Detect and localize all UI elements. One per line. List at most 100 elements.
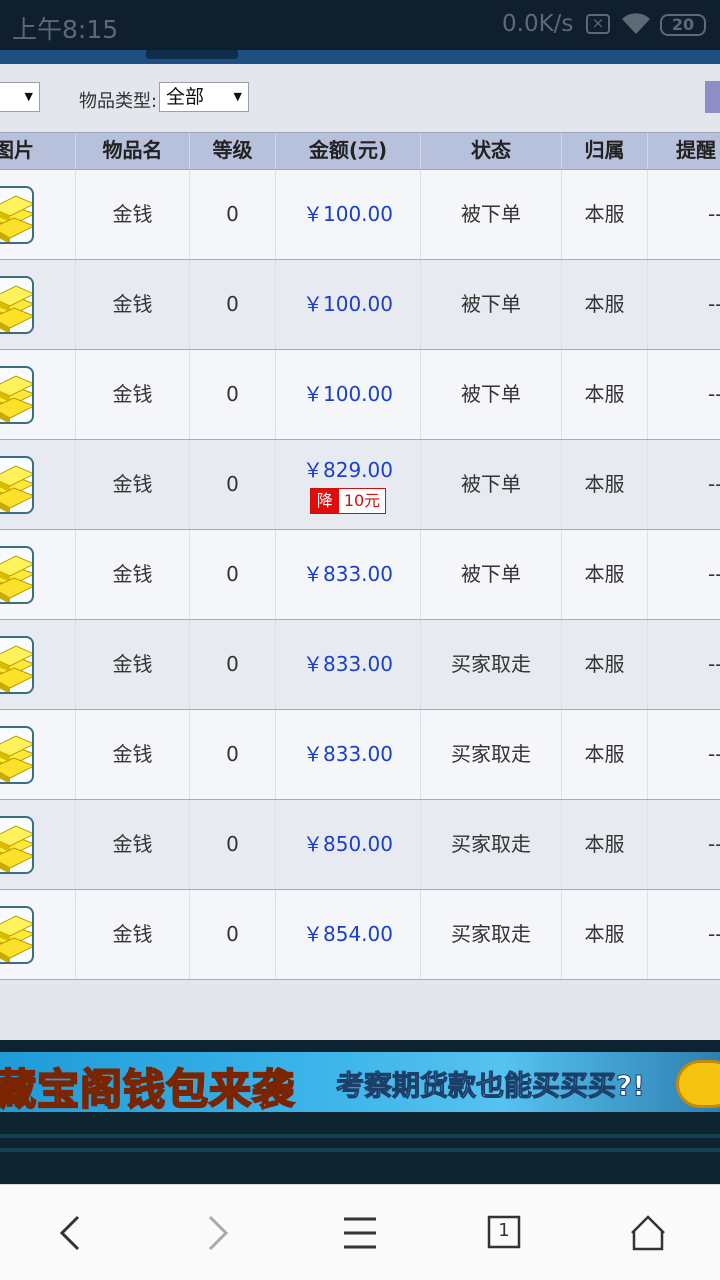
price-value: ￥854.00 <box>276 890 421 979</box>
item-name: 金钱 <box>76 710 190 799</box>
item-image-cell <box>0 890 76 979</box>
gold-bars-icon[interactable] <box>0 906 34 964</box>
gold-bars-icon[interactable] <box>0 366 34 424</box>
item-image-cell <box>0 710 76 799</box>
remind-cell: -- <box>648 440 720 529</box>
back-icon <box>59 1215 80 1251</box>
search-button[interactable] <box>705 81 720 113</box>
item-level: 0 <box>190 350 276 439</box>
item-level: 0 <box>190 710 276 799</box>
order-status: 被下单 <box>421 170 562 259</box>
menu-button[interactable] <box>330 1205 390 1261</box>
gold-bars-icon[interactable] <box>0 456 34 514</box>
battery-icon: 20 <box>660 14 706 36</box>
item-owner: 本服 <box>562 530 648 619</box>
table-row[interactable]: 金钱0￥833.00买家取走本服-- <box>0 710 720 800</box>
banner-title: 藏宝阁钱包来袭 <box>0 1064 296 1112</box>
col-level: 等级 <box>190 133 276 169</box>
table-row[interactable]: 金钱0￥854.00买家取走本服-- <box>0 890 720 980</box>
price-value: ￥829.00 <box>303 458 393 482</box>
remind-cell: -- <box>648 890 720 979</box>
gold-bars-icon[interactable] <box>0 546 34 604</box>
table-row[interactable]: 金钱0￥833.00买家取走本服-- <box>0 620 720 710</box>
item-image-cell <box>0 260 76 349</box>
gold-bars-icon[interactable] <box>0 186 34 244</box>
item-owner: 本服 <box>562 440 648 529</box>
home-button[interactable] <box>618 1205 678 1261</box>
table-row[interactable]: 金钱0￥833.00被下单本服-- <box>0 530 720 620</box>
remind-cell: -- <box>648 260 720 349</box>
wifi-icon <box>622 13 650 35</box>
status-time: 上午8:15 <box>12 15 119 44</box>
dropdown-arrow-icon: ▼ <box>233 90 242 103</box>
item-name: 金钱 <box>76 620 190 709</box>
price-value: ￥833.00 <box>276 620 421 709</box>
status-bar: 上午8:15 0.0K/s × 20 <box>0 0 720 50</box>
col-price: 金额(元) <box>276 133 421 169</box>
item-owner: 本服 <box>562 710 648 799</box>
price-drop-badge: 降 10元 <box>309 488 387 514</box>
remind-cell: -- <box>648 530 720 619</box>
remind-cell: -- <box>648 350 720 439</box>
table-row[interactable]: 金钱0￥850.00买家取走本服-- <box>0 800 720 890</box>
gold-bars-icon[interactable] <box>0 636 34 694</box>
gold-bars-icon[interactable] <box>0 726 34 784</box>
item-owner: 本服 <box>562 350 648 439</box>
table-header: 图片 物品名 等级 金额(元) 状态 归属 提醒 <box>0 132 720 170</box>
orders-table: 图片 物品名 等级 金额(元) 状态 归属 提醒 金钱0￥100.00被下单本服… <box>0 132 720 980</box>
gold-bars-icon[interactable] <box>0 276 34 334</box>
table-row[interactable]: 金钱0￥100.00被下单本服-- <box>0 350 720 440</box>
dropdown-arrow-icon: ▼ <box>24 90 33 103</box>
item-name: 金钱 <box>76 530 190 619</box>
gold-bars-icon[interactable] <box>0 816 34 874</box>
item-image-cell <box>0 620 76 709</box>
order-status: 被下单 <box>421 260 562 349</box>
item-image-cell <box>0 800 76 889</box>
item-type-select[interactable]: 全部 ▼ <box>159 82 249 112</box>
back-button[interactable] <box>40 1205 100 1261</box>
item-name: 金钱 <box>76 260 190 349</box>
table-row[interactable]: 金钱0 ￥829.00 降10元 被下单本服-- <box>0 440 720 530</box>
coin-icon <box>676 1060 720 1108</box>
order-status: 被下单 <box>421 350 562 439</box>
tab-count: 1 <box>498 1220 510 1241</box>
tabs-button[interactable]: 1 <box>474 1205 534 1261</box>
browser-toolbar: 1 <box>0 1184 720 1280</box>
item-image-cell <box>0 440 76 529</box>
table-body: 金钱0￥100.00被下单本服--金钱0￥100.00被下单本服--金钱0￥10… <box>0 170 720 980</box>
top-nav-strip[interactable] <box>0 50 720 64</box>
price-value: ￥100.00 <box>276 350 421 439</box>
item-image-cell <box>0 530 76 619</box>
col-remind: 提醒 <box>648 133 720 169</box>
price-drop-tag: 降 <box>310 489 339 513</box>
forward-icon <box>208 1215 229 1251</box>
no-sim-icon: × <box>586 14 610 34</box>
item-level: 0 <box>190 440 276 529</box>
item-name: 金钱 <box>76 170 190 259</box>
price-value: ￥850.00 <box>276 800 421 889</box>
order-status: 买家取走 <box>421 620 562 709</box>
promo-banner[interactable]: 藏宝阁钱包来袭 考察期货款也能买买买?! <box>0 1052 720 1112</box>
order-status: 买家取走 <box>421 710 562 799</box>
price-drop-amount: 10元 <box>343 491 381 510</box>
table-row[interactable]: 金钱0￥100.00被下单本服-- <box>0 170 720 260</box>
price-value: ￥100.00 <box>276 260 421 349</box>
item-level: 0 <box>190 890 276 979</box>
banner-subtitle: 考察期货款也能买买买?! <box>335 1069 646 1103</box>
item-name: 金钱 <box>76 350 190 439</box>
table-row[interactable]: 金钱0￥100.00被下单本服-- <box>0 260 720 350</box>
item-level: 0 <box>190 800 276 889</box>
item-name: 金钱 <box>76 890 190 979</box>
price-value: ￥833.00 <box>276 710 421 799</box>
server-select[interactable]: ▼ <box>0 82 40 112</box>
order-status: 买家取走 <box>421 890 562 979</box>
forward-button[interactable] <box>188 1205 248 1261</box>
item-owner: 本服 <box>562 170 648 259</box>
banner-area: 藏宝阁钱包来袭 考察期货款也能买买买?! <box>0 1040 720 1184</box>
item-owner: 本服 <box>562 800 648 889</box>
nav-active-tab[interactable] <box>146 50 238 59</box>
order-status: 被下单 <box>421 530 562 619</box>
col-status: 状态 <box>421 133 562 169</box>
col-name: 物品名 <box>76 133 190 169</box>
item-owner: 本服 <box>562 620 648 709</box>
